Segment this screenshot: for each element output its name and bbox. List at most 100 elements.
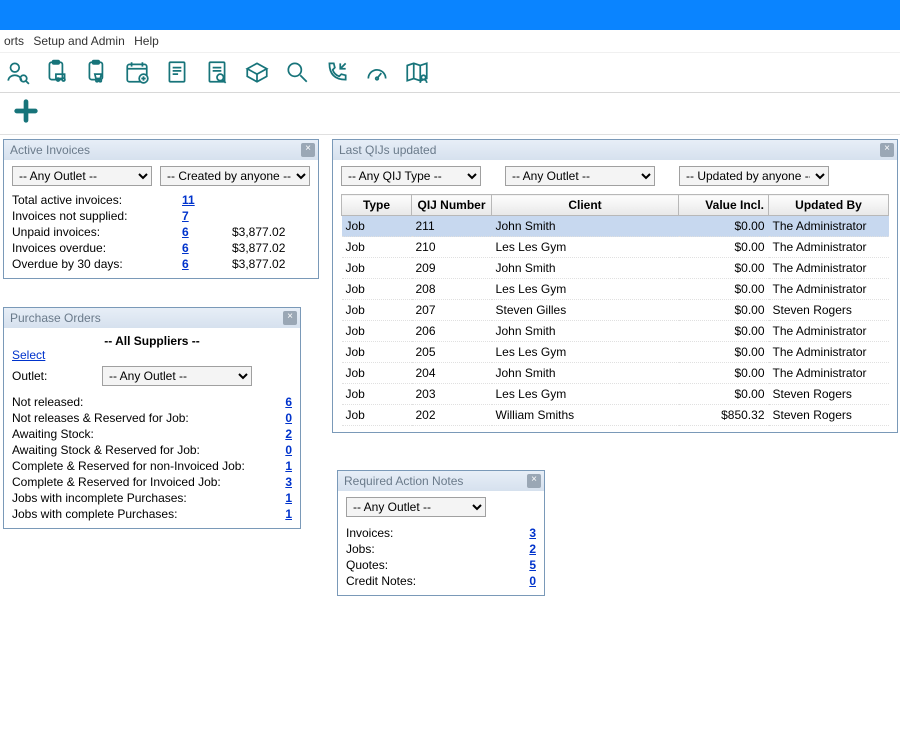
table-row[interactable]: Job205Les Les Gym$0.00The Administrator — [342, 342, 889, 363]
cell-updated-by: The Administrator — [769, 321, 889, 342]
select-supplier-link[interactable]: Select — [12, 348, 45, 362]
stat-amount: $3,877.02 — [232, 241, 302, 255]
cell-value: $0.00 — [679, 384, 769, 405]
creator-dropdown[interactable]: -- Created by anyone -- — [160, 166, 310, 186]
add-icon[interactable] — [12, 114, 40, 128]
stat-count-link[interactable]: 6 — [182, 241, 189, 255]
table-row[interactable]: Job203Les Les Gym$0.00Steven Rogers — [342, 384, 889, 405]
stat-count-link[interactable]: 1 — [285, 507, 292, 521]
menu-setup-admin[interactable]: Setup and Admin — [33, 34, 124, 48]
outlet-dropdown[interactable]: -- Any Outlet -- — [102, 366, 252, 386]
stat-label: Quotes: — [346, 558, 516, 572]
table-row[interactable]: Job206John Smith$0.00The Administrator — [342, 321, 889, 342]
calendar-add-icon[interactable] — [124, 59, 150, 88]
main-toolbar — [0, 53, 900, 93]
close-icon[interactable]: × — [527, 474, 541, 488]
cell-updated-by: Steven Rogers — [769, 384, 889, 405]
col-client[interactable]: Client — [492, 195, 679, 216]
box-open-icon[interactable] — [244, 59, 270, 88]
col-value[interactable]: Value Incl. — [679, 195, 769, 216]
stat-count-link[interactable]: 0 — [285, 443, 292, 457]
menu-reports[interactable]: orts — [4, 34, 24, 48]
cell-type: Job — [342, 363, 412, 384]
stat-count-link[interactable]: 1 — [285, 491, 292, 505]
cell-type: Job — [342, 216, 412, 237]
table-row[interactable]: Job209John Smith$0.00The Administrator — [342, 258, 889, 279]
stat-count-link[interactable]: 3 — [529, 526, 536, 540]
cell-qij: 205 — [412, 342, 492, 363]
stat-count-link[interactable]: 6 — [182, 257, 189, 271]
cell-client: Les Les Gym — [492, 342, 679, 363]
action-note-row: Quotes: 5 — [346, 557, 536, 573]
table-row[interactable]: Job204John Smith$0.00The Administrator — [342, 363, 889, 384]
cell-value: $0.00 — [679, 300, 769, 321]
close-icon[interactable]: × — [880, 143, 894, 157]
stat-count-link[interactable]: 1 — [285, 459, 292, 473]
table-row[interactable]: Job211John Smith$0.00The Administrator — [342, 216, 889, 237]
stat-count-link[interactable]: 11 — [182, 193, 195, 207]
phone-in-icon[interactable] — [324, 59, 350, 88]
cell-qij: 206 — [412, 321, 492, 342]
stat-label: Invoices overdue: — [12, 241, 182, 255]
cell-client: John Smith — [492, 321, 679, 342]
qij-type-dropdown[interactable]: -- Any QIJ Type -- — [341, 166, 481, 186]
doc-search-icon[interactable] — [204, 59, 230, 88]
search-person-icon[interactable] — [4, 59, 30, 88]
stat-amount — [232, 193, 302, 207]
po-stat-row: Complete & Reserved for Invoiced Job:3 — [12, 474, 292, 490]
stat-amount: $3,877.02 — [232, 257, 302, 271]
stat-count-link[interactable]: 3 — [285, 475, 292, 489]
map-person-icon[interactable] — [404, 59, 430, 88]
stat-count-link[interactable]: 7 — [182, 209, 189, 223]
updater-dropdown[interactable]: -- Updated by anyone -- — [679, 166, 829, 186]
doc-lines-icon[interactable] — [164, 59, 190, 88]
col-qij-number[interactable]: QIJ Number — [412, 195, 492, 216]
close-icon[interactable]: × — [301, 143, 315, 157]
gauge-icon[interactable] — [364, 59, 390, 88]
stat-label: Jobs with complete Purchases: — [12, 507, 272, 521]
cell-updated-by: The Administrator — [769, 363, 889, 384]
cell-value: $0.00 — [679, 279, 769, 300]
po-stat-row: Awaiting Stock: 2 — [12, 426, 292, 442]
active-invoices-panel: Active Invoices × -- Any Outlet -- -- Cr… — [3, 139, 319, 279]
outlet-dropdown[interactable]: -- Any Outlet -- — [346, 497, 486, 517]
stat-label: Overdue by 30 days: — [12, 257, 182, 271]
po-stat-row: Not releases & Reserved for Job: 0 — [12, 410, 292, 426]
purchase-orders-panel: Purchase Orders × -- All Suppliers -- Se… — [3, 307, 301, 529]
stat-count-link[interactable]: 5 — [529, 558, 536, 572]
menu-help[interactable]: Help — [134, 34, 159, 48]
cell-value: $0.00 — [679, 216, 769, 237]
stat-label: Complete & Reserved for non-Invoiced Job… — [12, 459, 272, 473]
table-row[interactable]: Job207Steven Gilles$0.00Steven Rogers — [342, 300, 889, 321]
search-icon[interactable] — [284, 59, 310, 88]
stat-label: Not releases & Reserved for Job: — [12, 411, 272, 425]
action-note-row: Jobs:2 — [346, 541, 536, 557]
stat-label: Awaiting Stock: — [12, 427, 272, 441]
cell-value: $0.00 — [679, 363, 769, 384]
clipboard-cart-icon[interactable] — [84, 59, 110, 88]
cell-qij: 209 — [412, 258, 492, 279]
cell-updated-by: Steven Rogers — [769, 300, 889, 321]
outlet-dropdown[interactable]: -- Any Outlet -- — [12, 166, 152, 186]
col-updated-by[interactable]: Updated By — [769, 195, 889, 216]
cell-client: Steven Gilles — [492, 300, 679, 321]
clipboard-truck-icon[interactable] — [44, 59, 70, 88]
outlet-dropdown[interactable]: -- Any Outlet -- — [505, 166, 655, 186]
stat-count-link[interactable]: 6 — [285, 395, 292, 409]
cell-updated-by: The Administrator — [769, 258, 889, 279]
stat-count-link[interactable]: 0 — [285, 411, 292, 425]
cell-type: Job — [342, 237, 412, 258]
table-row[interactable]: Job202William Smiths$850.32Steven Rogers — [342, 405, 889, 426]
invoice-stat-row: Invoices overdue:6 $3,877.02 — [12, 240, 310, 256]
stat-label: Invoices not supplied: — [12, 209, 182, 223]
col-type[interactable]: Type — [342, 195, 412, 216]
table-row[interactable]: Job210Les Les Gym$0.00The Administrator — [342, 237, 889, 258]
stat-count-link[interactable]: 0 — [529, 574, 536, 588]
close-icon[interactable]: × — [283, 311, 297, 325]
cell-type: Job — [342, 321, 412, 342]
stat-count-link[interactable]: 2 — [529, 542, 536, 556]
stat-count-link[interactable]: 6 — [182, 225, 189, 239]
table-row[interactable]: Job208Les Les Gym$0.00The Administrator — [342, 279, 889, 300]
cell-type: Job — [342, 405, 412, 426]
stat-count-link[interactable]: 2 — [285, 427, 292, 441]
